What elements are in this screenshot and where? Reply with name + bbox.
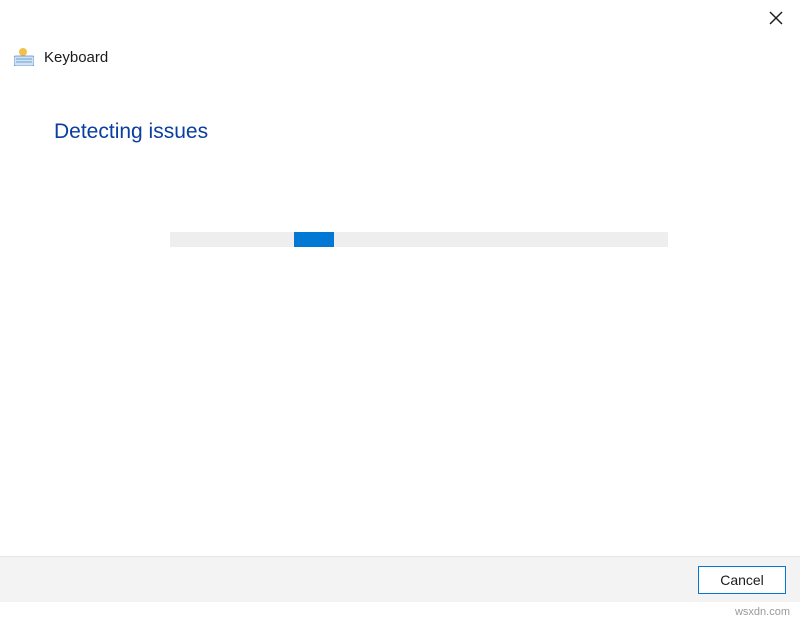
- keyboard-icon: [14, 48, 34, 66]
- troubleshooter-title: Keyboard: [44, 49, 108, 66]
- close-button[interactable]: [766, 10, 786, 30]
- page-heading: Detecting issues: [54, 120, 208, 144]
- watermark-text: wsxdn.com: [735, 606, 790, 618]
- cancel-button[interactable]: Cancel: [698, 566, 786, 594]
- footer-bar: Cancel: [0, 556, 800, 602]
- progress-bar: [170, 232, 668, 247]
- progress-indicator: [294, 232, 334, 247]
- header: Keyboard: [14, 48, 108, 66]
- close-icon: [769, 11, 783, 30]
